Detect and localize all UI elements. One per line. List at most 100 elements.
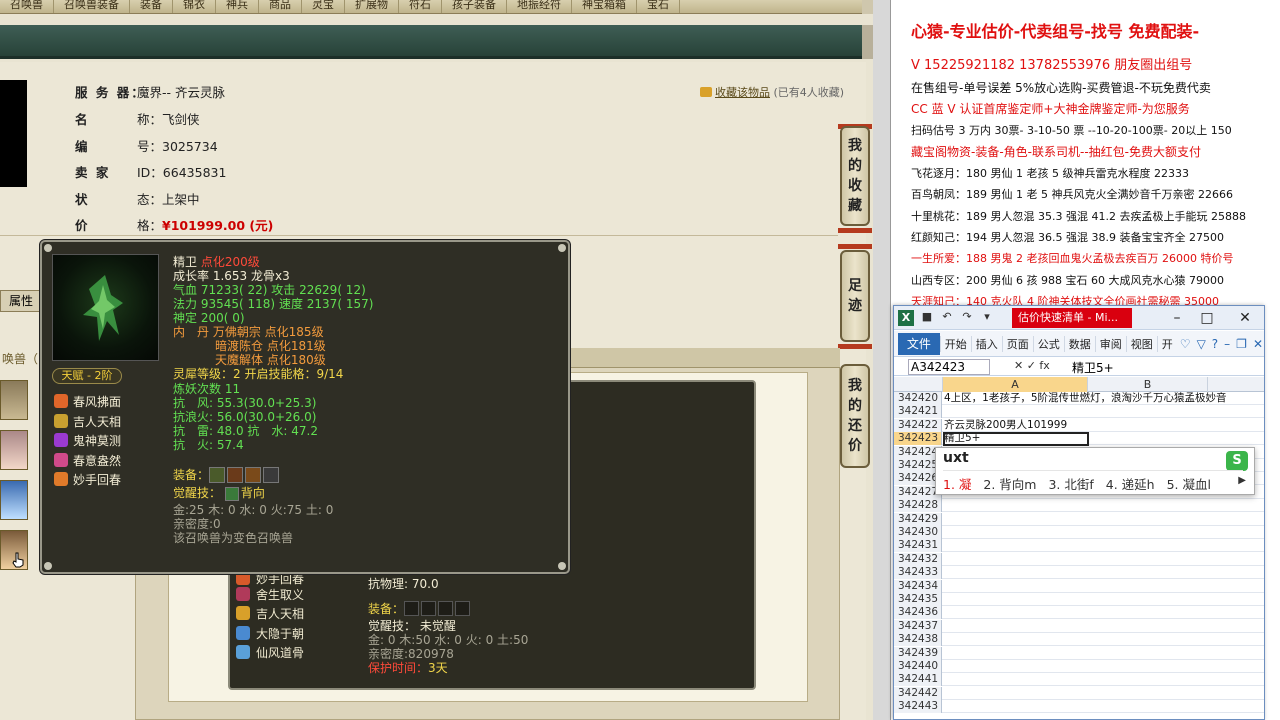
formula-input[interactable]: 精卫5+ — [1072, 359, 1114, 376]
cell-a[interactable]: 齐云灵脉200男人101999 — [944, 419, 1264, 431]
skill-icon — [54, 414, 68, 428]
save-icon[interactable]: ■ — [920, 310, 934, 324]
pet-thumb-2[interactable] — [0, 430, 28, 470]
select-all-corner[interactable] — [894, 377, 943, 392]
row-number[interactable]: 342430 — [894, 526, 942, 539]
top-nav-item[interactable]: 锦衣 — [173, 0, 216, 13]
ribbon-collapse-icon[interactable]: ♡ — [1177, 337, 1194, 351]
row-number[interactable]: 342442 — [894, 686, 942, 700]
row-number[interactable]: 342421 — [894, 405, 942, 419]
top-nav-item[interactable]: 神兵 — [216, 0, 259, 13]
pet-thumb-1[interactable] — [0, 380, 28, 420]
footprint-button[interactable]: 足迹 — [840, 250, 870, 342]
ribbon-options-icon[interactable]: ▽ — [1194, 337, 1209, 351]
row-number[interactable]: 342431 — [894, 539, 942, 553]
equip-slot[interactable] — [263, 467, 280, 483]
top-nav-item[interactable]: 符石 — [399, 0, 442, 13]
ime-candidate-5[interactable]: 5. 凝血l — [1167, 477, 1211, 492]
tab-dev[interactable]: 开 — [1156, 335, 1177, 352]
column-b-header[interactable]: B — [1088, 377, 1208, 392]
row-number[interactable]: 342437 — [894, 619, 942, 633]
ime-candidate-2[interactable]: 2. 背向m — [983, 477, 1036, 492]
top-nav-item[interactable]: 神宝箱箱 — [572, 0, 637, 13]
row-number[interactable]: 342440 — [894, 660, 942, 673]
row-number[interactable]: 342436 — [894, 606, 942, 620]
equip-slot[interactable] — [209, 467, 226, 483]
window-min-icon[interactable]: – — [1221, 337, 1233, 351]
tooltip-corner — [44, 562, 52, 570]
top-nav-item[interactable]: 召唤兽 — [0, 0, 54, 13]
row-number[interactable]: 342441 — [894, 673, 942, 687]
ad-line-1: V 15225921182 13782553976 朋友圈出组号 — [911, 58, 1193, 73]
window-close-icon[interactable]: ✕ — [1250, 337, 1264, 351]
tt-resist-3: 抗 雷: 48.0 抗 水: 47.2 — [173, 424, 318, 438]
column-c-header[interactable] — [1208, 377, 1264, 392]
row-number[interactable]: 342429 — [894, 512, 942, 526]
tt-skill-2: 吉人天相 — [54, 413, 121, 430]
excel-window: X ■ ↶ ↷ ▾ 估价快速清单 - Mi... – □ ✕ 文件 开始 插入 … — [893, 305, 1265, 720]
redo-icon[interactable]: ↷ — [960, 310, 974, 324]
tab-page[interactable]: 页面 — [1001, 335, 1033, 352]
equip-slot[interactable] — [245, 467, 262, 483]
page-scrollbar[interactable] — [862, 25, 873, 59]
info-status: 状态：上架中 — [75, 192, 200, 207]
page-scrollbar-top[interactable] — [862, 0, 873, 14]
cell-a[interactable]: 4上区，1老孩子，5阶混传世燃灯，浪淘沙千万心猿孟极妙音 — [944, 392, 1264, 404]
row-number[interactable]: 342439 — [894, 646, 942, 660]
top-nav-item[interactable]: 召唤兽装备 — [54, 0, 130, 13]
undo-icon[interactable]: ↶ — [940, 310, 954, 324]
column-a-header[interactable]: A — [943, 377, 1088, 392]
row-number[interactable]: 342432 — [894, 552, 942, 566]
row-number[interactable]: 342422 — [894, 418, 942, 432]
row-number[interactable]: 342435 — [894, 593, 942, 606]
tab-home[interactable]: 开始 — [939, 335, 971, 352]
tab-review[interactable]: 审阅 — [1094, 335, 1126, 352]
ime-next-page-icon[interactable]: ▶ — [1238, 475, 1246, 486]
my-favorites-button[interactable]: 我的收藏 — [840, 126, 870, 226]
sheet-row: 342436 — [894, 606, 1264, 620]
top-nav-item[interactable]: 商品 — [259, 0, 302, 13]
quick-access-dropdown-icon[interactable]: ▾ — [980, 310, 994, 324]
row-number[interactable]: 342428 — [894, 499, 942, 513]
ime-candidate-3[interactable]: 3. 北街f — [1048, 477, 1093, 492]
active-cell[interactable] — [943, 432, 1089, 446]
tab-insert[interactable]: 插入 — [970, 335, 1002, 352]
tab-attributes[interactable]: 属性 — [0, 290, 44, 312]
top-nav-item[interactable]: 灵宝 — [302, 0, 345, 13]
maximize-icon[interactable]: □ — [1192, 308, 1222, 328]
tab-view[interactable]: 视图 — [1125, 335, 1157, 352]
tab-file[interactable]: 文件 — [898, 332, 940, 355]
close-icon[interactable]: ✕ — [1230, 308, 1260, 328]
pet-thumb-3[interactable] — [0, 480, 28, 520]
excel-titlebar: X ■ ↶ ↷ ▾ 估价快速清单 - Mi... – □ ✕ — [894, 306, 1264, 330]
top-nav-item[interactable]: 孩子装备 — [442, 0, 507, 13]
minimize-icon[interactable]: – — [1162, 308, 1192, 328]
top-nav-item[interactable]: 扩展物 — [345, 0, 399, 13]
row-number[interactable]: 342443 — [894, 700, 942, 714]
row-number[interactable]: 342420 — [894, 392, 942, 405]
equip-slot[interactable] — [455, 601, 471, 616]
top-nav-item[interactable]: 装备 — [130, 0, 173, 13]
tab-data[interactable]: 数据 — [1063, 335, 1095, 352]
my-bargain-button[interactable]: 我的还价 — [840, 364, 870, 468]
my-bargain-char: 还 — [848, 418, 862, 434]
equip-slot[interactable] — [438, 601, 454, 616]
ime-candidate-4[interactable]: 4. 递延h — [1106, 477, 1155, 492]
row-number[interactable]: 342438 — [894, 633, 942, 647]
sheet-row: 342422 齐云灵脉200男人101999 — [894, 418, 1264, 432]
help-icon[interactable]: ? — [1209, 337, 1221, 351]
top-nav-item[interactable]: 地振经符 — [507, 0, 572, 13]
name-box[interactable]: A342423 — [908, 359, 990, 375]
tab-formula[interactable]: 公式 — [1032, 335, 1064, 352]
equip-slot[interactable] — [404, 601, 420, 616]
equip-slot[interactable] — [421, 601, 437, 616]
formula-controls-icon[interactable]: ✕ ✓ fx — [1014, 359, 1050, 372]
equip-slot[interactable] — [227, 467, 244, 483]
top-nav-item[interactable]: 宝石 — [637, 0, 680, 13]
row-number[interactable]: 342434 — [894, 579, 942, 593]
favorite-link[interactable]: 收藏该物品 (已有4人收藏) — [700, 84, 844, 100]
window-restore-icon[interactable]: ❐ — [1233, 337, 1250, 351]
ime-candidate-1[interactable]: 1. 凝 — [943, 477, 971, 492]
row-number[interactable]: 342433 — [894, 566, 942, 580]
row-number[interactable]: 342423 — [894, 432, 942, 446]
